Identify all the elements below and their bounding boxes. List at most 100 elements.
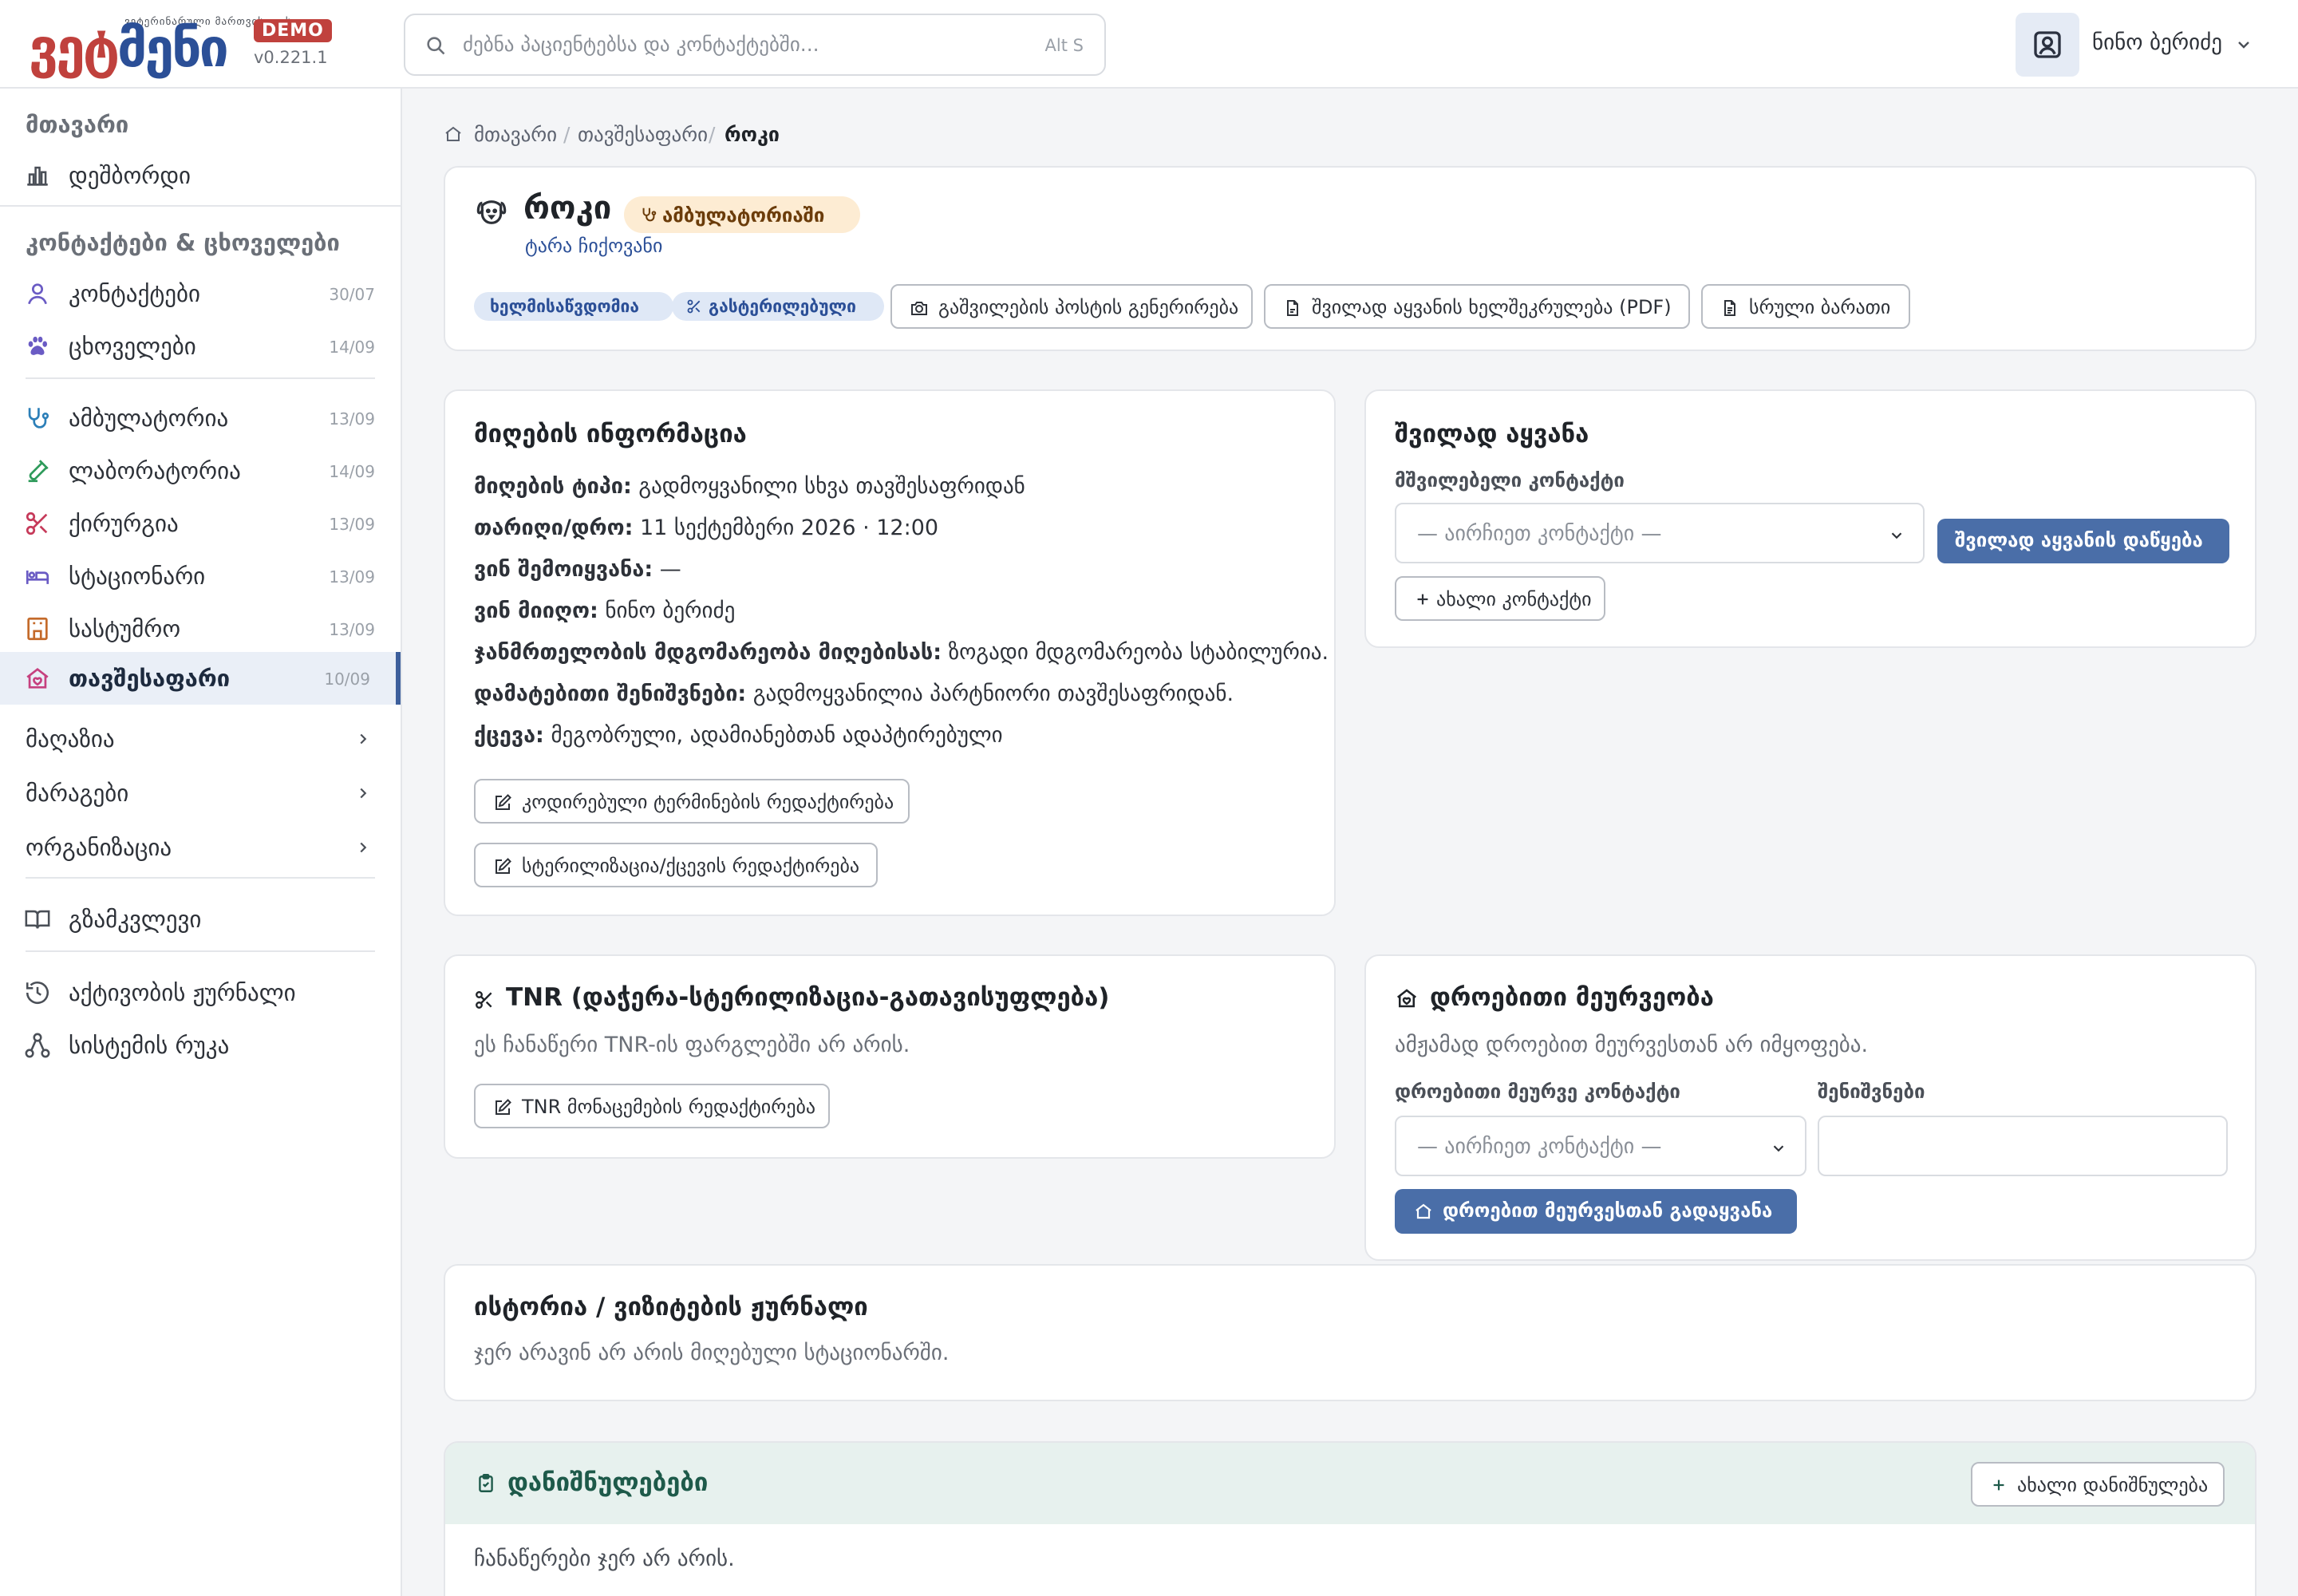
shelter-icon	[1396, 989, 1417, 1008]
patient-header-card: როკი ამბულატორიაში ტარა ჩიქოვანი ხელმისა…	[444, 166, 2257, 351]
plus-icon	[1417, 594, 1428, 605]
user-name[interactable]: ნინო ბერიძე	[2092, 30, 2222, 55]
clipboard-icon	[479, 1473, 493, 1492]
history-icon	[26, 982, 49, 1005]
tnr-description: ეს ჩანაწერი TNR-ის ფარგლებში არ არის.	[474, 1033, 910, 1057]
document-icon	[1724, 300, 1735, 316]
stethoscope-icon	[28, 408, 49, 429]
intake-row: ვინ შემოიყვანა: —	[474, 557, 681, 582]
intake-row: ვინ მიიღო: ნინო ბერიძე	[474, 598, 736, 623]
intake-row: მიღების ტიპი: გადმოყვანილი სხვა თავშესაფ…	[474, 474, 1025, 499]
transfer-to-foster-button[interactable]: დროებით მეურვესთან გადაყვანა	[1395, 1189, 1797, 1234]
dog-icon	[476, 200, 507, 224]
logo-wordmark: ვეტმენი	[29, 18, 229, 79]
breadcrumb-current: როკი	[725, 123, 780, 146]
building-icon	[27, 617, 48, 641]
patient-name: როკი	[523, 190, 612, 227]
test-tube-icon	[28, 460, 49, 483]
adoption-contract-pdf-button[interactable]: შვილად აყვანის ხელშეკრულება (PDF)	[1264, 284, 1690, 329]
sidebar-item-hotel[interactable]: სასტუმრო 13/09	[0, 602, 401, 655]
scissors-icon	[687, 299, 701, 314]
foster-contact-select[interactable]: — აირჩიეთ კონტაქტი —	[1395, 1116, 1806, 1176]
demo-badge: DEMO	[254, 19, 332, 42]
bed-icon	[26, 570, 49, 584]
sidebar-item-laboratory[interactable]: ლაბორატორია 14/09	[0, 444, 401, 497]
intake-info-card: მიღების ინფორმაცია მიღების ტიპი: გადმოყვ…	[444, 389, 1336, 916]
chevron-down-icon[interactable]	[2234, 35, 2253, 54]
sitemap-icon	[25, 1033, 50, 1058]
history-card: ისტორია / ვიზიტების ჟურნალი ჯერ არავინ ა…	[444, 1264, 2257, 1401]
search-shortcut: Alt S	[1044, 36, 1084, 55]
user-avatar[interactable]	[2016, 13, 2079, 77]
patient-owner-link[interactable]: ტარა ჩიქოვანი	[525, 235, 662, 257]
sidebar-section-contacts: კონტაქტები & ცხოველები	[26, 229, 340, 256]
chevron-down-icon	[1773, 1145, 1784, 1152]
foster-title: დროებითი მეურვეობა	[1430, 983, 1714, 1012]
edit-icon	[496, 1099, 511, 1115]
paw-icon	[28, 336, 48, 355]
sidebar-item-animals[interactable]: ცხოველები 14/09	[0, 320, 401, 373]
camera-icon	[911, 302, 927, 315]
tnr-title: TNR (დაჭერა-სტერილიზაცია-გათავისუფლება)	[506, 983, 1110, 1012]
top-bar: ვეტერინარული მართვისთვის ვეტმენი DEMO v0…	[0, 0, 2298, 89]
chevron-right-icon	[360, 733, 367, 745]
full-card-button[interactable]: სრული ბარათი	[1701, 284, 1910, 329]
search-icon	[427, 37, 445, 55]
sidebar-item-outpatient[interactable]: ამბულატორია 13/09	[0, 392, 401, 444]
start-adoption-button[interactable]: შვილად აყვანის დაწყება	[1937, 519, 2229, 563]
edit-coded-terms-button[interactable]: კოდირებული ტერმინების რედაქტირება	[474, 779, 910, 824]
sidebar-group-shop[interactable]: მაღაზია	[0, 713, 401, 765]
appointments-header: დანიშნულებები ახალი დანიშნულება	[445, 1443, 2255, 1526]
adopter-contact-select[interactable]: — აირჩიეთ კონტაქტი —	[1395, 503, 1925, 563]
sidebar-item-guide[interactable]: გზამკვლევი	[0, 893, 401, 946]
chevron-down-icon	[1891, 532, 1902, 539]
edit-tnr-button[interactable]: TNR მონაცემების რედაქტირება	[474, 1084, 830, 1128]
sidebar-item-system-map[interactable]: სისტემის რუკა	[0, 1019, 401, 1072]
scissors-icon	[476, 991, 492, 1009]
new-contact-button[interactable]: ახალი კონტაქტი	[1395, 576, 1605, 621]
adoption-title: შვილად აყვანა	[1395, 420, 1589, 448]
chevron-right-icon	[360, 788, 367, 799]
adopter-contact-label: მშვილებელი კონტაქტი	[1395, 469, 1625, 492]
edit-sterilization-button[interactable]: სტერილიზაცია/ქცევის რედაქტირება	[474, 843, 878, 887]
intake-row: ქცევა: მეგობრული, ადამიანებთან ადაპტირებ…	[474, 723, 1003, 748]
user-id-icon	[2034, 31, 2061, 58]
sidebar-group-organization[interactable]: ორგანიზაცია	[0, 821, 401, 874]
sidebar-item-inpatient[interactable]: სტაციონარი 13/09	[0, 550, 401, 602]
stethoscope-icon	[642, 207, 657, 222]
foster-description: ამჟამად დროებით მეურვესთან არ იმყოფება.	[1395, 1033, 1869, 1057]
sidebar-item-activity-log[interactable]: აქტივობის ჟურნალი	[0, 966, 401, 1019]
sidebar-group-stock[interactable]: მარაგები	[0, 767, 401, 820]
edit-icon	[496, 794, 511, 810]
global-search[interactable]: ძებნა პაციენტებსა და კონტაქტებში... Alt …	[404, 14, 1106, 76]
book-icon	[25, 910, 50, 929]
sidebar-item-surgery[interactable]: ქირურგია 13/09	[0, 497, 401, 550]
intake-row: თარიღი/დრო: 11 სექტემბერი 2026 · 12:00	[474, 516, 939, 540]
home-icon[interactable]	[444, 124, 463, 144]
tag-sterilized: გასტერილებული	[672, 292, 884, 321]
sidebar: მთავარი დეშბორდი კონტაქტები & ცხოველები …	[0, 89, 402, 1596]
user-icon	[28, 283, 47, 305]
chevron-right-icon	[360, 842, 367, 853]
sidebar-item-contacts[interactable]: კონტაქტები 30/07	[0, 267, 401, 320]
intake-title: მიღების ინფორმაცია	[474, 420, 747, 448]
history-title: ისტორია / ვიზიტების ჟურნალი	[474, 1293, 868, 1321]
appointments-title: დანიშნულებები	[507, 1468, 709, 1497]
tag-available: ხელმისაწვდომია	[474, 292, 673, 321]
new-appointment-button[interactable]: ახალი დანიშნულება	[1971, 1462, 2225, 1507]
breadcrumb-separator: /	[563, 123, 571, 146]
breadcrumb-shelter[interactable]: თავშესაფარი	[578, 123, 708, 146]
tnr-card: TNR (დაჭერა-სტერილიზაცია-გათავისუფლება) …	[444, 954, 1336, 1159]
sidebar-item-shelter[interactable]: თავშესაფარი 10/09	[0, 652, 401, 705]
sidebar-section-main: მთავარი	[26, 111, 129, 138]
shelter-icon	[1416, 1203, 1431, 1219]
generate-post-button[interactable]: გაშვილების პოსტის გენერირება	[890, 284, 1253, 329]
breadcrumb-home[interactable]: მთავარი	[474, 123, 557, 146]
sidebar-divider	[26, 877, 375, 879]
foster-notes-input[interactable]	[1818, 1116, 2228, 1176]
app-version: v0.221.1	[254, 48, 328, 67]
foster-contact-label: დროებითი მეურვე კონტაქტი	[1395, 1080, 1680, 1103]
patient-status-badge: ამბულატორიაში	[624, 196, 860, 233]
adoption-card: შვილად აყვანა მშვილებელი კონტაქტი — აირჩ…	[1364, 389, 2257, 648]
sidebar-item-dashboard[interactable]: დეშბორდი	[0, 149, 401, 202]
